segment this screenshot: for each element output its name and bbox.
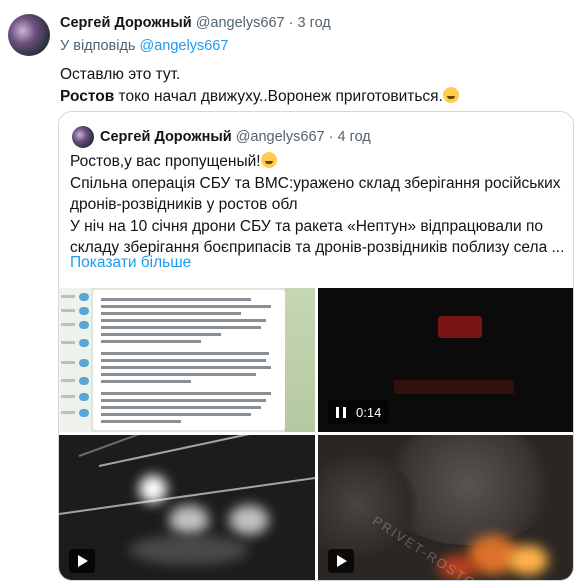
video-controls[interactable]: 0:14 — [328, 400, 390, 424]
quote-author-avatar — [72, 126, 94, 148]
quote-line: дронів-розвідників у ростов обл — [70, 196, 298, 213]
message-bubble — [93, 290, 285, 430]
quoted-tweet-card[interactable]: Сергей Дорожный @angelys667 · 4 год Рост… — [58, 111, 574, 581]
quote-author-name: Сергей Дорожный — [100, 129, 232, 145]
pause-icon[interactable] — [336, 406, 346, 418]
quote-time: 4 год — [337, 129, 371, 145]
replying-to: У відповідь @angelys667 — [60, 38, 228, 54]
face-with-tears-of-joy-emoji-icon — [260, 152, 277, 168]
chat-list-sidebar — [59, 288, 91, 432]
quote-line: Спільна операція СБУ та ВМС:уражено скла… — [70, 174, 561, 192]
replying-handle-link[interactable]: @angelys667 — [140, 38, 229, 54]
show-more-link[interactable]: Показати більше — [70, 254, 191, 272]
channel-logo — [438, 316, 482, 338]
tweet-line-2-rest: токо начал движуху..Воронеж приготовитьс… — [114, 88, 443, 105]
tweet-header: Сергей Дорожный @angelys667 · 3 год — [60, 15, 331, 31]
quote-header: Сергей Дорожный @angelys667 · 4 год — [100, 129, 371, 145]
quote-line: У ніч на 10 січня дрони СБУ та ракета «Н… — [70, 217, 543, 235]
media-video-rostov[interactable]: 0:14 — [318, 288, 573, 432]
rolling-on-floor-laughing-emoji-icon — [442, 87, 459, 103]
tweet-time[interactable]: 3 год — [298, 15, 331, 31]
video-time: 0:14 — [356, 404, 382, 420]
tweet-line-2: Ростов токо начал движуху..Воронеж приго… — [60, 86, 459, 108]
media-grid: 0:14 PRIVET-ROSTOV — [59, 288, 573, 580]
media-video-fire[interactable]: PRIVET-ROSTOV — [318, 435, 573, 580]
channel-watermark — [394, 380, 514, 394]
media-image-telegram-screenshot[interactable] — [59, 288, 315, 432]
replying-prefix: У відповідь — [60, 38, 136, 54]
author-avatar[interactable] — [8, 14, 50, 56]
tweet-text: Оставлю это тут. Ростов токо начал движу… — [60, 64, 459, 108]
play-icon[interactable] — [69, 549, 95, 573]
quote-line: Ростов,у вас пропущеный! — [70, 151, 570, 173]
quote-text: Ростов,у вас пропущеный! Спільна операці… — [70, 151, 570, 259]
play-icon[interactable] — [328, 549, 354, 573]
media-video-night-cctv[interactable] — [59, 435, 315, 580]
author-name[interactable]: Сергей Дорожный — [60, 15, 192, 31]
separator-dot: · — [288, 15, 294, 31]
author-handle[interactable]: @angelys667 — [196, 15, 285, 31]
tweet-line-1: Оставлю это тут. — [60, 66, 181, 83]
tweet-line-2-bold: Ростов — [60, 88, 115, 105]
quote-author-handle: @angelys667 — [235, 129, 325, 145]
quote-separator-dot: · — [328, 129, 334, 145]
